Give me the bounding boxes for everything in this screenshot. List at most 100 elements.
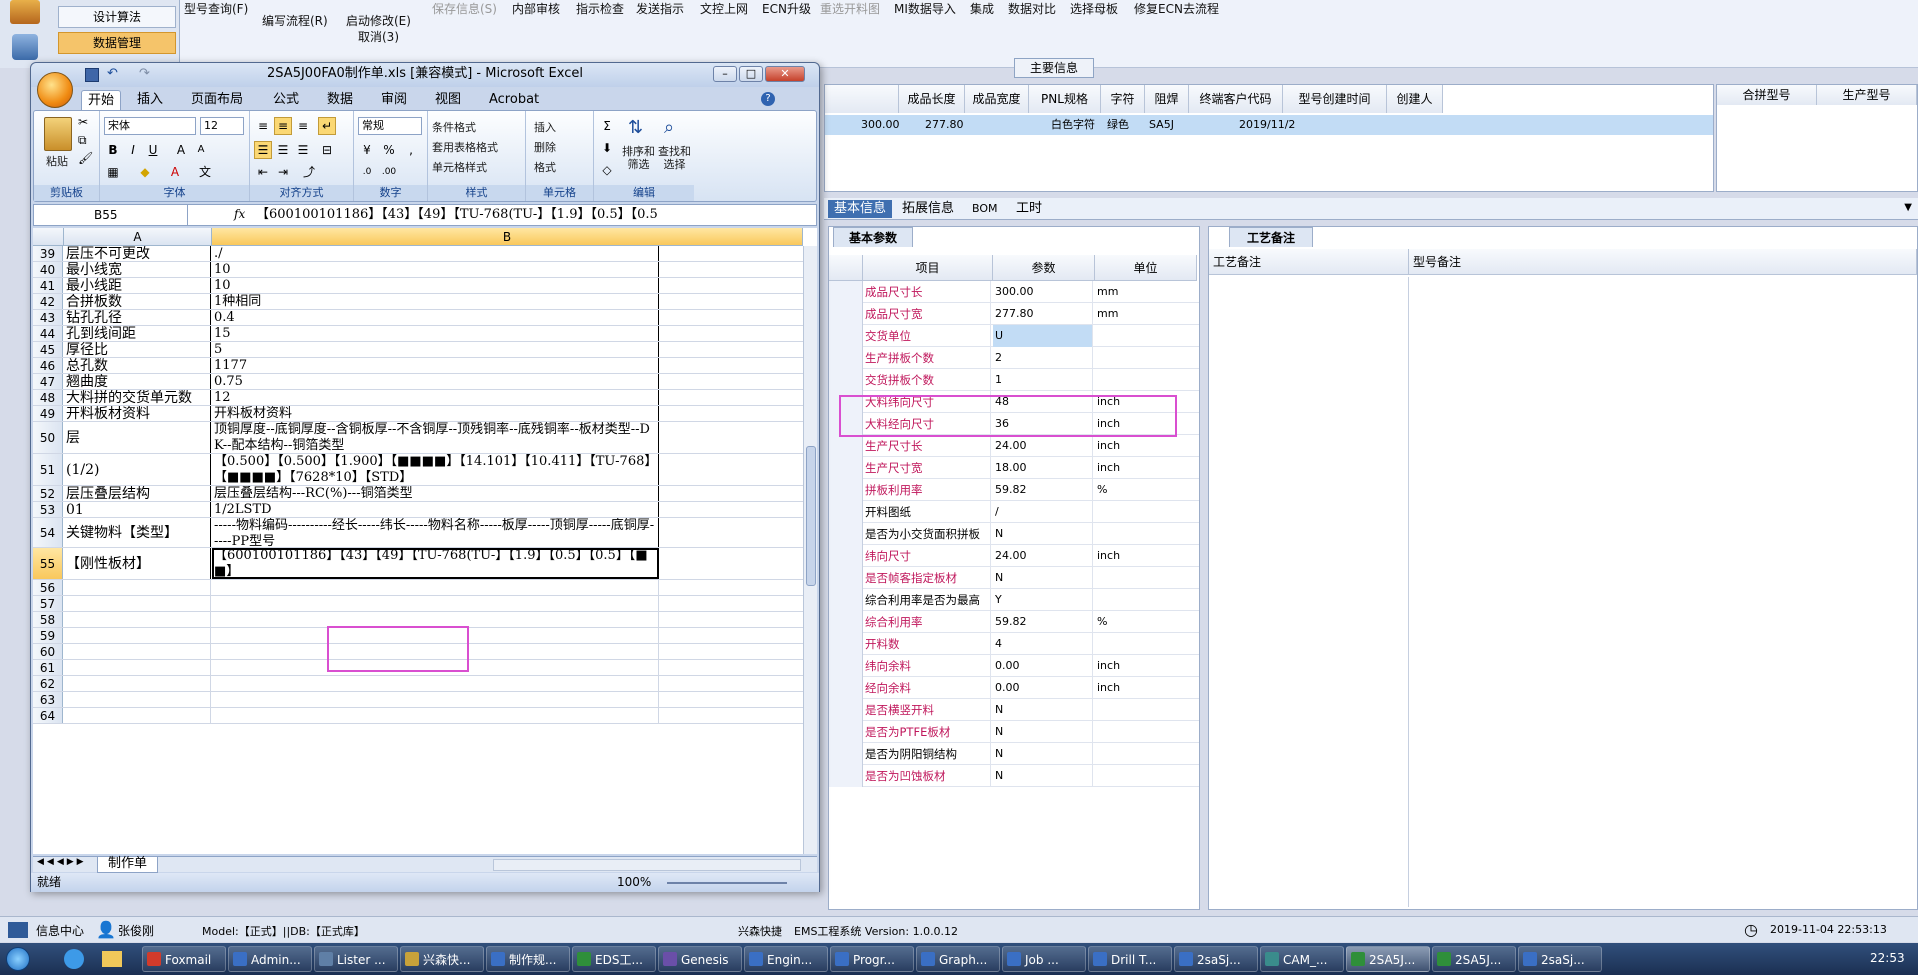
param-unit[interactable] [1095,501,1195,523]
grid-header[interactable]: PNL规格 [1029,85,1101,113]
currency-icon[interactable]: ¥ [358,141,376,159]
param-unit[interactable] [1095,589,1195,611]
cell-a[interactable]: 【刚性板材】 [64,548,211,579]
param-value[interactable]: N [993,699,1093,721]
grid-header[interactable]: 终端客户代码 [1189,85,1283,113]
tab-basic-params[interactable]: 基本参数 [833,227,913,247]
row-number[interactable]: 55 [33,548,63,579]
menu-check[interactable]: 指示检查 [576,0,624,17]
cell-b[interactable] [212,612,659,627]
grid-header[interactable]: 创建人 [1387,85,1443,113]
param-value[interactable]: 24.00 [993,435,1093,457]
cell-a[interactable]: 孔到线间距 [64,326,211,341]
ie-icon[interactable] [64,949,84,969]
cell-b[interactable]: 【0.500】【0.500】【1.900】【■■■■】【14.101】【10.4… [212,454,659,485]
row-selector[interactable] [829,325,863,347]
table-row[interactable]: 50 层顶铜厚度--底铜厚度--含铜板厚--不含铜厚--顶残铜率--底残铜率--板… [33,422,817,454]
param-unit[interactable] [1095,523,1195,545]
param-value[interactable]: N [993,721,1093,743]
param-unit[interactable]: % [1095,611,1195,633]
param-unit[interactable]: mm [1095,281,1195,303]
param-row[interactable]: 交货单位 U [829,325,1199,347]
taskbar-button[interactable]: 2SA5J... [1432,946,1516,972]
param-unit[interactable]: inch [1095,435,1195,457]
menu-integrate[interactable]: 集成 [970,0,994,17]
table-row[interactable]: 40 最小线宽 10 [33,262,817,278]
office-button-icon[interactable] [37,72,73,108]
param-value[interactable]: 59.82 [993,611,1093,633]
tab-view[interactable]: 视图 [429,90,467,110]
increase-decimal-icon[interactable]: .0 [358,163,376,181]
param-value[interactable]: 18.00 [993,457,1093,479]
remark-header[interactable]: 工艺备注 [1209,249,1409,275]
font-color-icon[interactable]: A [166,163,184,181]
cell-b[interactable]: 1种相同 [212,294,659,309]
menu-cancel[interactable]: 取消(3) [358,28,399,45]
param-row[interactable]: 是否为PTFE板材 N [829,721,1199,743]
param-value[interactable]: N [993,523,1093,545]
table-row[interactable]: 57 [33,596,817,612]
table-row[interactable]: 48 大料拼的交货单元数 12 [33,390,817,406]
cell-b[interactable] [212,580,659,595]
table-format-button[interactable]: 套用表格格式 [432,139,498,155]
cell-a[interactable]: 01 [64,502,211,517]
cell-a[interactable]: 厚径比 [64,342,211,357]
cell-a[interactable]: (1/2) [64,454,211,485]
row-number[interactable]: 46 [33,358,63,373]
menu-model-query[interactable]: 型号查询(F) [184,0,248,17]
table-row[interactable]: 63 [33,692,817,708]
taskbar-button[interactable]: Job ... [1002,946,1086,972]
taskbar-button[interactable]: Drill T... [1088,946,1172,972]
menu-mi-import[interactable]: MI数据导入 [894,0,956,17]
param-value[interactable]: N [993,743,1093,765]
table-row[interactable]: 53 01 1/2LSTD [33,502,817,518]
menu-fix-ecn[interactable]: 修复ECN去流程 [1134,0,1219,17]
row-selector[interactable] [829,545,863,567]
remark-textarea[interactable] [1209,277,1409,907]
taskbar-button[interactable]: Graph... [916,946,1000,972]
table-row[interactable]: 51 (1/2) 【0.500】【0.500】【1.900】【■■■■】【14.10… [33,454,817,486]
param-unit[interactable] [1095,699,1195,721]
row-selector[interactable] [829,655,863,677]
cell-a[interactable] [64,676,211,691]
table-row[interactable]: 54 关键物料【类型】 -----物料编码----------经长-----纬长--… [33,518,817,548]
param-unit[interactable]: mm [1095,303,1195,325]
cut-icon[interactable]: ✂ [78,115,88,129]
percent-icon[interactable]: % [380,141,398,159]
grid-cell[interactable]: 白色字符 [1051,115,1095,135]
tab-work-hours[interactable]: 工时 [1010,200,1048,218]
border-icon[interactable]: ▦ [104,163,122,181]
param-row[interactable]: 经向余料 0.00 inch [829,677,1199,699]
tab-formulas[interactable]: 公式 [267,90,305,110]
font-size-select[interactable]: 12 [200,117,244,135]
cell-b[interactable] [212,692,659,707]
param-unit[interactable] [1095,721,1195,743]
tab-data[interactable]: 数据 [321,90,359,110]
cell-b[interactable]: 0.4 [212,310,659,325]
format-painter-icon[interactable]: 🖌 [78,151,93,165]
row-number[interactable]: 52 [33,486,63,501]
param-value[interactable]: N [993,765,1093,787]
cell-a[interactable] [64,708,211,723]
row-selector[interactable] [829,633,863,655]
cell-b[interactable]: 层压叠层结构---RC(%)---铜箔类型 [212,486,659,501]
param-value[interactable]: U [993,325,1093,347]
row-number[interactable]: 62 [33,676,63,691]
menu-start-edit[interactable]: 启动修改(E) [346,12,411,29]
phonetic-icon[interactable]: 文 [196,163,214,181]
align-bottom-icon[interactable]: ≡ [294,117,312,135]
cell-a[interactable] [64,580,211,595]
zoom-slider[interactable] [667,882,787,884]
redo-icon[interactable]: ↷ [139,66,150,81]
param-value[interactable]: Y [993,589,1093,611]
row-number[interactable]: 50 [33,422,63,453]
formula-input[interactable]: 【600100101186】【43】【49】【TU-768(TU-】【1.9】【… [256,205,796,225]
row-selector[interactable] [829,369,863,391]
cell-b[interactable]: 10 [212,278,659,293]
cell-a[interactable]: 开料板材资料 [64,406,211,421]
horizontal-scrollbar[interactable] [493,859,801,871]
wrap-text-icon[interactable]: ↵ [318,117,336,135]
param-unit[interactable] [1095,325,1195,347]
param-row[interactable]: 纬向尺寸 24.00 inch [829,545,1199,567]
cell-a[interactable]: 总孔数 [64,358,211,373]
